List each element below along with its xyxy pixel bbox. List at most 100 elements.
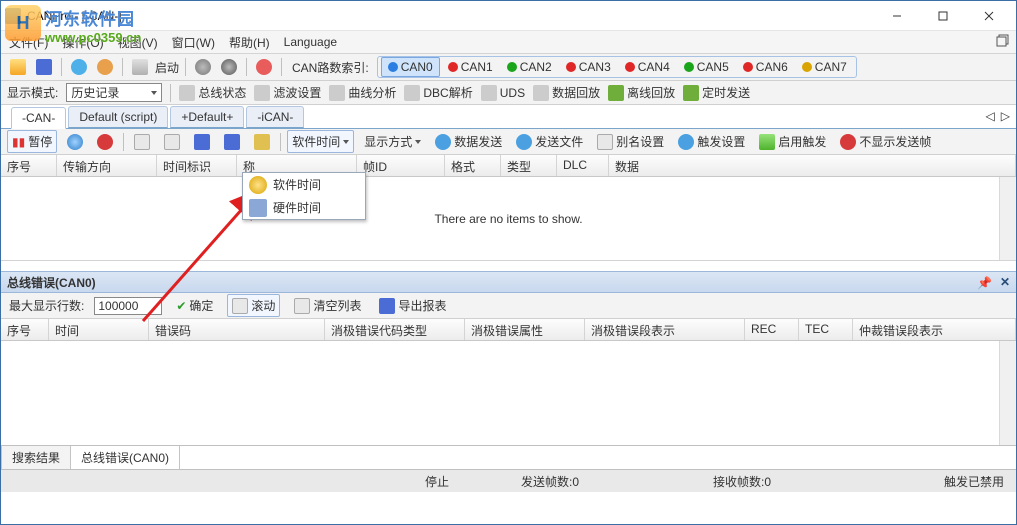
route-can1[interactable]: CAN1 — [442, 58, 499, 76]
display-mode-dropdown[interactable]: 历史记录 — [66, 83, 162, 102]
scroll-button[interactable]: 滚动 — [227, 294, 280, 317]
start-label[interactable]: 启动 — [155, 59, 179, 76]
panel-close-button[interactable]: ✕ — [1000, 275, 1010, 289]
toolbar-separator — [246, 58, 247, 76]
export-button[interactable] — [220, 132, 244, 152]
eth-passive-seg[interactable]: 消极错误段表示 — [585, 319, 745, 340]
chevron-down-icon — [343, 140, 349, 144]
confirm-button[interactable]: ✔确定 — [172, 295, 217, 316]
menu-view[interactable]: 视图(V) — [118, 34, 158, 51]
eth-tec[interactable]: TEC — [799, 319, 853, 340]
btab-bus-error[interactable]: 总线错误(CAN0) — [70, 446, 180, 470]
clear-list-button[interactable]: 清空列表 — [290, 295, 365, 316]
status-dot-icon — [507, 62, 517, 72]
maxrows-input[interactable] — [94, 297, 162, 315]
menu-item-software-time[interactable]: 软件时间 — [243, 173, 365, 196]
offline-replay-button[interactable]: 离线回放 — [608, 84, 675, 101]
menu-window[interactable]: 窗口(W) — [172, 34, 215, 51]
pause-button[interactable]: ▮▮暂停 — [7, 130, 57, 153]
menu-language[interactable]: Language — [284, 35, 337, 49]
tab-next-icon[interactable]: ▷ — [1001, 109, 1010, 123]
route-label: CAN6 — [756, 60, 788, 74]
alias-settings-button[interactable]: 别名设置 — [593, 131, 668, 152]
copy-button[interactable] — [130, 132, 154, 152]
data-send-button[interactable]: 数据发送 — [431, 131, 506, 152]
vertical-scrollbar[interactable] — [999, 341, 1016, 445]
pin-icon[interactable]: 📌 — [977, 276, 992, 290]
eth-arb[interactable]: 仲裁错误段表示 — [853, 319, 1016, 340]
save-button[interactable] — [33, 56, 55, 78]
th-format[interactable]: 格式 — [445, 155, 501, 176]
gear1-button[interactable] — [192, 56, 214, 78]
send-file-button[interactable]: 发送文件 — [512, 131, 587, 152]
filter-settings-button[interactable]: 滤波设置 — [254, 84, 321, 101]
disconnect-button[interactable] — [94, 56, 116, 78]
minimize-button[interactable] — [874, 1, 920, 31]
route-can7[interactable]: CAN7 — [796, 58, 853, 76]
bus-status-button[interactable]: 总线状态 — [179, 84, 246, 101]
app-icon — [5, 8, 21, 24]
doc-toolbar: ▮▮暂停 软件时间 显示方式 数据发送 发送文件 别名设置 触发设置 启用触发 … — [1, 129, 1016, 155]
open-button[interactable] — [7, 56, 29, 78]
timed-send-button[interactable]: 定时发送 — [683, 84, 750, 101]
refresh-circle-button[interactable] — [63, 132, 87, 152]
info-button[interactable] — [253, 56, 275, 78]
bus-error-panel-header[interactable]: 总线错误(CAN0) 📌 ✕ — [1, 271, 1016, 293]
eth-index[interactable]: 序号 — [1, 319, 49, 340]
vertical-scrollbar[interactable] — [999, 177, 1016, 260]
route-can6[interactable]: CAN6 — [737, 58, 794, 76]
eth-passive-type[interactable]: 消极错误代码类型 — [325, 319, 465, 340]
software-time-dropdown[interactable]: 软件时间 — [287, 130, 354, 153]
eth-time[interactable]: 时间 — [49, 319, 149, 340]
tab-prev-icon[interactable]: ◁ — [986, 109, 995, 123]
tab-default-plus[interactable]: +Default+ — [170, 106, 244, 128]
save-doc-button[interactable] — [190, 132, 214, 152]
dbc-parse-button[interactable]: DBC解析 — [404, 84, 472, 101]
close-button[interactable] — [966, 1, 1012, 31]
menu-help[interactable]: 帮助(H) — [229, 34, 270, 51]
btab-search-results[interactable]: 搜索结果 — [1, 446, 71, 470]
paste-button[interactable] — [160, 132, 184, 152]
start-button[interactable] — [129, 56, 151, 78]
tab-can[interactable]: -CAN- — [11, 107, 66, 129]
th-time[interactable]: 时间标识 — [157, 155, 237, 176]
route-can0[interactable]: CAN0 — [381, 57, 440, 77]
th-direction[interactable]: 传输方向 — [57, 155, 157, 176]
route-can4[interactable]: CAN4 — [619, 58, 676, 76]
eth-passive-attr[interactable]: 消极错误属性 — [465, 319, 585, 340]
export-report-button[interactable]: 导出报表 — [375, 295, 450, 316]
status-stop: 停止 — [425, 473, 449, 490]
window-controls — [874, 1, 1012, 31]
maximize-button[interactable] — [920, 1, 966, 31]
mdi-restore-icon[interactable] — [996, 34, 1010, 48]
trigger-settings-button[interactable]: 触发设置 — [674, 131, 749, 152]
eth-code[interactable]: 错误码 — [149, 319, 325, 340]
enable-trigger-button[interactable]: 启用触发 — [755, 131, 830, 152]
th-index[interactable]: 序号 — [1, 155, 57, 176]
eth-rec[interactable]: REC — [745, 319, 799, 340]
th-dlc[interactable]: DLC — [557, 155, 609, 176]
data-table-header: 序号 传输方向 时间标识 称 帧ID 格式 类型 DLC 数据 — [1, 155, 1016, 177]
uds-button[interactable]: UDS — [481, 85, 525, 101]
th-data[interactable]: 数据 — [609, 155, 1016, 176]
route-can3[interactable]: CAN3 — [560, 58, 617, 76]
display-mode-button[interactable]: 显示方式 — [360, 131, 425, 152]
route-label: CAN7 — [815, 60, 847, 74]
tab-default-script[interactable]: Default (script) — [68, 106, 168, 128]
gear2-button[interactable] — [218, 56, 240, 78]
menu-file[interactable]: 文件(F) — [9, 34, 48, 51]
cube-button[interactable] — [250, 132, 274, 152]
connect-button[interactable] — [68, 56, 90, 78]
th-frameid[interactable]: 帧ID — [357, 155, 445, 176]
curve-analysis-button[interactable]: 曲线分析 — [329, 84, 396, 101]
menu-operate[interactable]: 操作(O) — [62, 34, 103, 51]
red-pin-button[interactable] — [93, 132, 117, 152]
menu-item-hardware-time[interactable]: 硬件时间 — [243, 196, 365, 219]
route-can2[interactable]: CAN2 — [501, 58, 558, 76]
route-can5[interactable]: CAN5 — [678, 58, 735, 76]
th-type[interactable]: 类型 — [501, 155, 557, 176]
data-replay-button[interactable]: 数据回放 — [533, 84, 600, 101]
hide-send-frames-button[interactable]: 不显示发送帧 — [836, 131, 935, 152]
status-send: 发送帧数:0 — [521, 473, 579, 490]
tab-ican[interactable]: -iCAN- — [246, 106, 304, 128]
